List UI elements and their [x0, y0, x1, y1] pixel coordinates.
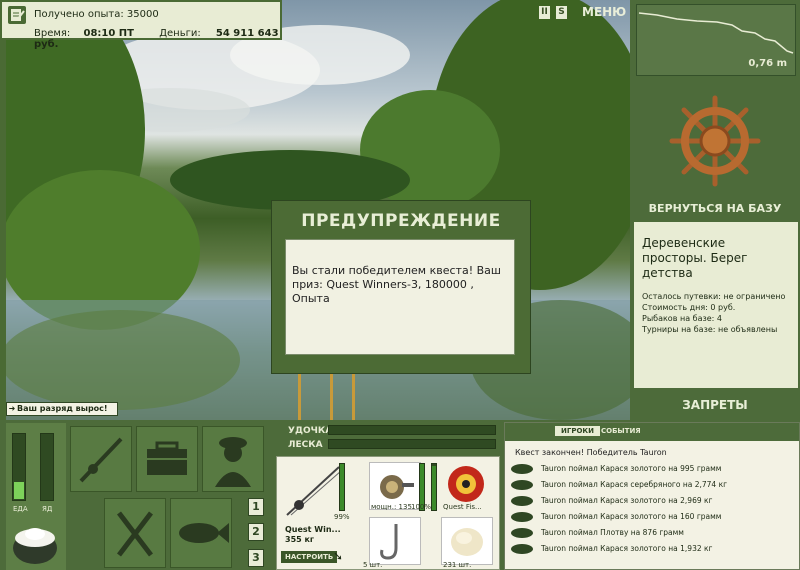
- food-bar-fill: [14, 482, 24, 499]
- events-panel: ИГРОКИ СОБЫТИЯ Квест закончен! Победител…: [504, 422, 800, 570]
- tab-events[interactable]: СОБЫТИЯ: [601, 427, 641, 435]
- warning-dialog: ПРЕДУПРЕЖДЕНИЕ Вы стали победителем квес…: [271, 200, 531, 374]
- stat-line: Осталось путевки: не ограничено: [642, 292, 786, 301]
- rod-percent: 99%: [334, 513, 350, 521]
- info-panel: Получено опыта: 35000 Время: 08:10 ПТ Де…: [0, 0, 282, 50]
- depth-value: 0,76 m: [748, 58, 787, 69]
- rod-weight: 355 кг: [285, 535, 315, 544]
- poison-bar: [40, 433, 54, 501]
- stat-line: Турниры на базе: не объявлены: [642, 325, 778, 334]
- stat-line: Стоимость дня: 0 руб.: [642, 303, 736, 312]
- fish-tile[interactable]: [170, 498, 232, 568]
- food-bar: [12, 433, 26, 501]
- rank-notice: ➜ Ваш разряд вырос!: [6, 402, 118, 416]
- rod-icon[interactable]: [281, 461, 345, 521]
- ship-wheel-icon[interactable]: [668, 94, 762, 188]
- rod-bar-label: УДОЧКА: [288, 426, 333, 436]
- fish-icon: [511, 496, 533, 506]
- line-tension-bar: [328, 439, 496, 449]
- time-money-row: Время: 08:10 ПТ Деньги: 54 911 643 руб.: [34, 28, 280, 50]
- bait-icon[interactable]: [441, 517, 493, 565]
- return-to-base-button[interactable]: ВЕРНУТЬСЯ НА БАЗУ: [630, 202, 800, 215]
- line-condition-bar: [431, 463, 437, 511]
- rod-condition-bar: [339, 463, 345, 511]
- dialog-message: Вы стали победителем квеста! Ваш приз: Q…: [285, 239, 515, 355]
- fish-icon: [511, 528, 533, 538]
- line-spool-icon[interactable]: [441, 462, 491, 506]
- tab-players[interactable]: ИГРОКИ: [555, 426, 600, 436]
- event-row: Tauron поймал Карася золотого на 160 гра…: [511, 511, 797, 527]
- food-tile[interactable]: [104, 498, 166, 568]
- events-list: Tauron поймал Карася золотого на 995 гра…: [511, 463, 797, 559]
- depth-panel: 0,76 m: [636, 4, 796, 76]
- character-tile[interactable]: [202, 426, 264, 492]
- line-bar-label: ЛЕСКА: [288, 440, 323, 450]
- reel-percent: 100%: [411, 503, 432, 511]
- bans-button[interactable]: ЗАПРЕТЫ: [630, 398, 800, 412]
- fish-icon: [179, 523, 229, 543]
- location-panel: Деревенские просторы. Берег детства Оста…: [634, 222, 798, 388]
- hooks-count: 5 шт.: [363, 561, 383, 569]
- arrow-icon: ➘: [333, 549, 344, 563]
- poison-label: ЯД: [42, 505, 53, 513]
- location-stats: Осталось путевки: не ограничено Стоимост…: [642, 291, 785, 335]
- sound-button[interactable]: S: [556, 6, 567, 19]
- event-text: Tauron поймал Плотву на 876 грамм: [541, 528, 684, 537]
- fish-icon: [511, 512, 533, 522]
- page-button-3[interactable]: 3: [248, 549, 264, 567]
- events-tabbar: [505, 423, 799, 441]
- event-row: Tauron поймал Плотву на 876 грамм: [511, 527, 797, 543]
- fish-icon: [511, 464, 533, 474]
- setup-button[interactable]: НАСТРОИТЬ: [281, 551, 338, 563]
- rod-line-bars: УДОЧКА ЛЕСКА: [276, 422, 500, 454]
- time-value: 08:10 ПТ: [83, 28, 134, 39]
- hook-icon[interactable]: [369, 517, 421, 565]
- event-text: Tauron поймал Карася золотого на 2,969 к…: [541, 496, 713, 505]
- experience-text: Получено опыта: 35000: [34, 9, 159, 20]
- fishing-rod-icon: [79, 437, 123, 483]
- food-pot-icon[interactable]: [10, 518, 60, 566]
- food-label: ЕДА: [13, 505, 28, 513]
- rank-notice-text: Ваш разряд вырос!: [17, 404, 108, 413]
- events-headline: Квест закончен! Победитель Tauron: [515, 448, 667, 457]
- arrow-right-icon: ➜: [8, 404, 16, 413]
- line-name: Quest Fis...: [443, 503, 482, 511]
- notepad-icon[interactable]: [8, 6, 26, 24]
- event-row: Tauron поймал Карася серебряного на 2,77…: [511, 479, 797, 495]
- money-value: 54 911 643 руб.: [34, 28, 279, 50]
- event-text: Tauron поймал Карася золотого на 1,932 к…: [541, 544, 713, 553]
- page-button-2[interactable]: 2: [248, 523, 264, 541]
- page-button-1[interactable]: 1: [248, 498, 264, 516]
- stat-line: Рыбаков на базе: 4: [642, 314, 722, 323]
- event-row: Tauron поймал Карася золотого на 2,969 к…: [511, 495, 797, 511]
- status-panel: ЕДА ЯД: [6, 423, 66, 570]
- pause-button[interactable]: II: [539, 6, 550, 19]
- rod-condition-fill: [340, 464, 344, 510]
- bait-count: 231 шт.: [443, 561, 472, 569]
- event-text: Tauron поймал Карася серебряного на 2,77…: [541, 480, 728, 489]
- fork-knife-icon: [117, 511, 153, 557]
- dialog-title: ПРЕДУПРЕЖДЕНИЕ: [301, 211, 501, 231]
- tackle-panel: 99% Quest Win... 355 кг НАСТРОИТЬ ➘ мощн…: [276, 456, 500, 570]
- event-text: Tauron поймал Карася золотого на 160 гра…: [541, 512, 722, 521]
- fish-icon: [511, 544, 533, 554]
- event-row: Tauron поймал Карася золотого на 995 гра…: [511, 463, 797, 479]
- money-label: Деньги:: [159, 28, 201, 39]
- location-title: Деревенские просторы. Берег детства: [642, 236, 748, 280]
- time-label: Время:: [34, 28, 71, 39]
- rod-tension-bar: [328, 425, 496, 435]
- event-row: Tauron поймал Карася золотого на 1,932 к…: [511, 543, 797, 559]
- reel-power: мощн.: 135: [371, 503, 412, 511]
- fisherman-icon: [215, 437, 251, 487]
- menu-button[interactable]: МЕНЮ: [582, 5, 626, 19]
- fish-icon: [511, 480, 533, 490]
- line-condition-fill: [432, 466, 436, 510]
- tackle-box-tile[interactable]: [136, 426, 198, 492]
- tackle-box-icon: [147, 441, 187, 475]
- rod-tile[interactable]: [70, 426, 132, 492]
- event-text: Tauron поймал Карася золотого на 995 гра…: [541, 464, 722, 473]
- rod-name: Quest Win...: [285, 525, 341, 534]
